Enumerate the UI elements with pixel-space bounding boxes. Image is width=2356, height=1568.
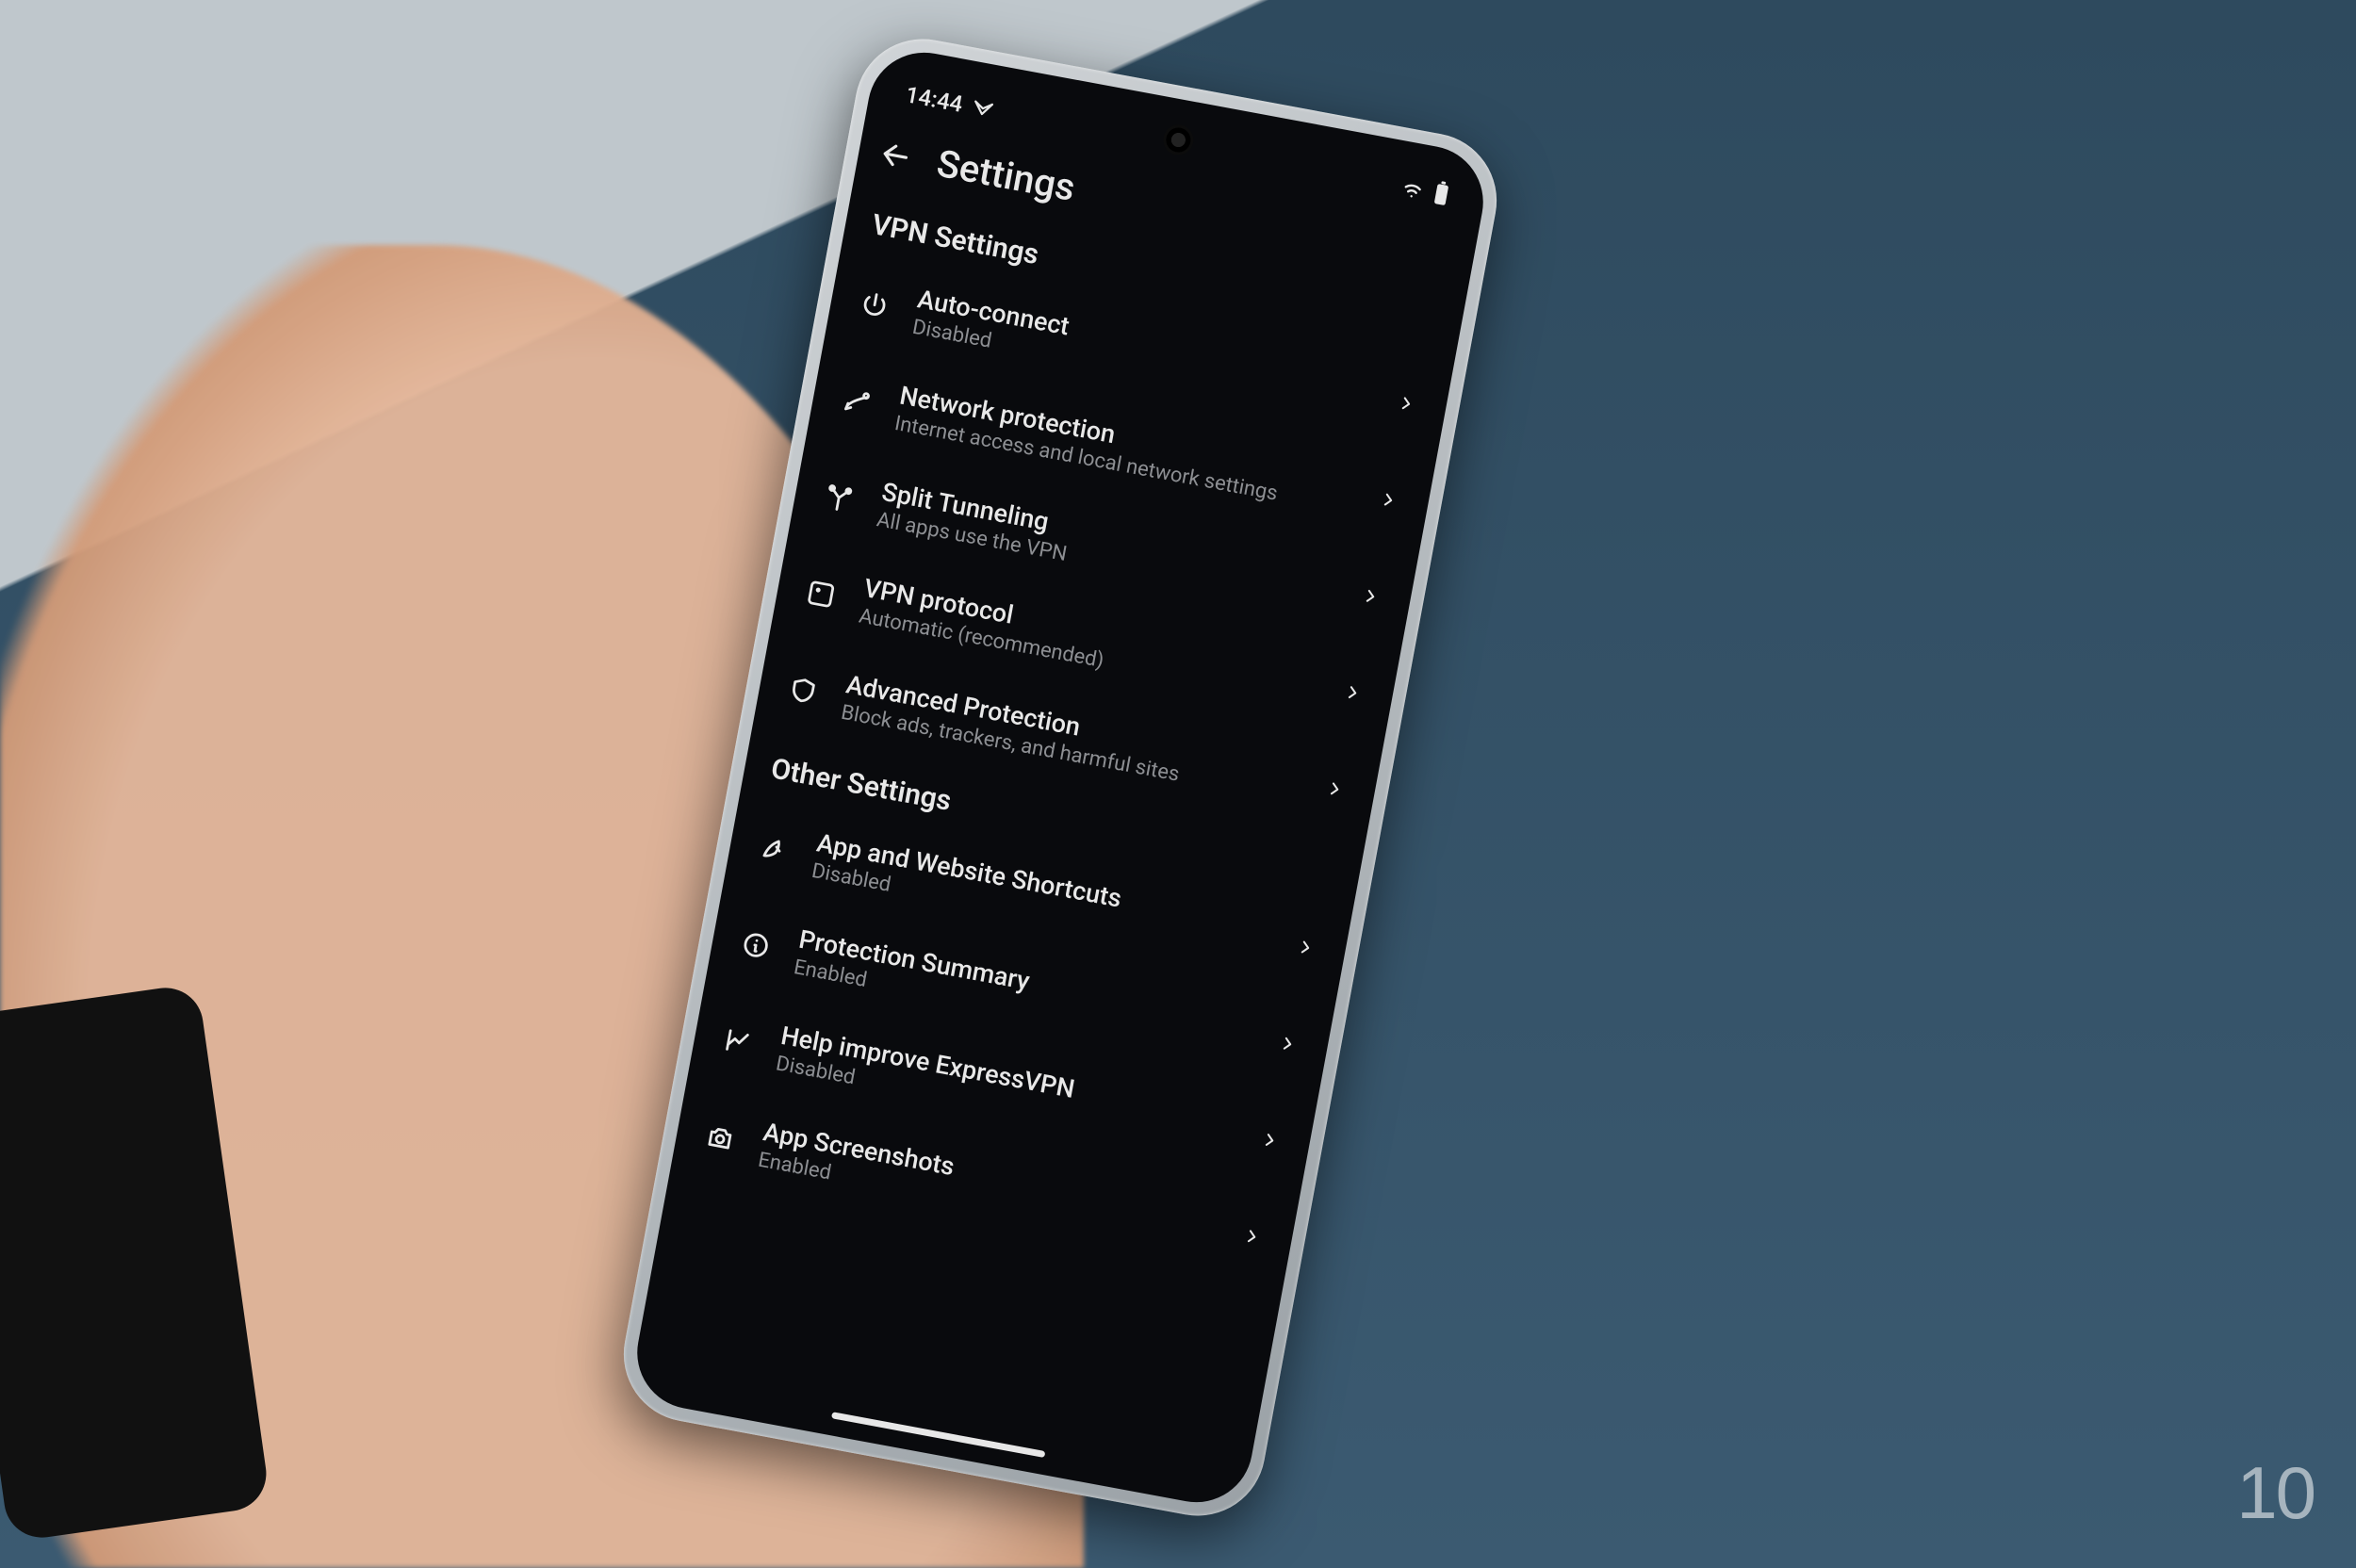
info-icon: [737, 928, 776, 962]
shield-icon: [784, 674, 823, 708]
back-button[interactable]: [877, 137, 915, 174]
watermark-logo: 10: [2236, 1450, 2315, 1536]
chevron-right-icon: [1273, 1031, 1303, 1056]
wifi-icon: [1399, 174, 1427, 203]
chevron-right-icon: [1374, 487, 1404, 513]
split-icon: [820, 481, 859, 514]
power-icon: [856, 288, 894, 322]
app-notification-icon: [970, 95, 996, 122]
chevron-right-icon: [1255, 1128, 1285, 1153]
chevron-right-icon: [1237, 1224, 1268, 1250]
chevron-right-icon: [1392, 391, 1422, 416]
status-time: 14:44: [904, 81, 965, 118]
camera-icon: [701, 1121, 740, 1155]
rocket-icon: [755, 832, 794, 866]
chevron-right-icon: [1320, 776, 1350, 802]
chart-icon: [719, 1024, 758, 1058]
chevron-right-icon: [1291, 935, 1321, 960]
protocol-icon: [802, 577, 841, 611]
chevron-right-icon: [1338, 680, 1368, 706]
battery-icon: [1432, 180, 1450, 206]
network-icon: [838, 384, 876, 418]
chevron-right-icon: [1356, 583, 1386, 609]
